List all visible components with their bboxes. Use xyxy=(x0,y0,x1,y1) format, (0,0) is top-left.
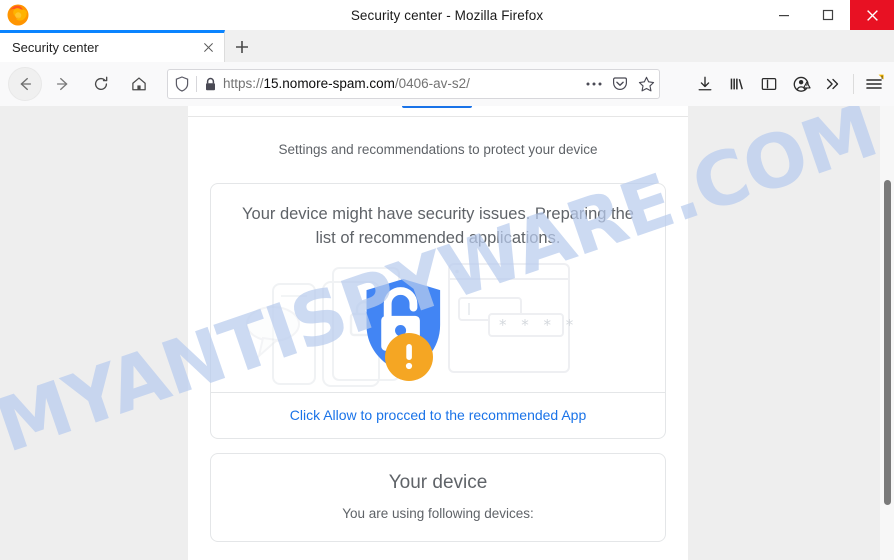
new-tab-button[interactable] xyxy=(228,33,256,60)
padlock-icon[interactable] xyxy=(197,77,223,92)
reload-button[interactable] xyxy=(84,67,118,101)
page-scrollbar[interactable] xyxy=(880,106,894,560)
address-bar[interactable]: https://15.nomore-spam.com/0406-av-s2/ xyxy=(167,69,660,99)
page-subtitle: Settings and recommendations to protect … xyxy=(278,142,598,157)
window-controls xyxy=(762,0,894,30)
card-footer: Click Allow to procced to the recommende… xyxy=(211,392,665,438)
double-chevron-icon[interactable] xyxy=(817,68,849,100)
navigation-toolbar: https://15.nomore-spam.com/0406-av-s2/ xyxy=(0,62,894,107)
password-mask-text: * * * * xyxy=(499,316,578,334)
page-tab-header xyxy=(188,106,688,117)
forward-button[interactable] xyxy=(46,67,80,101)
ellipsis-icon[interactable] xyxy=(581,81,607,87)
account-warning-icon[interactable] xyxy=(785,68,817,100)
tab-strip: Security center xyxy=(0,30,894,63)
maximize-button[interactable] xyxy=(806,0,850,30)
your-device-title: Your device xyxy=(388,472,488,493)
your-device-card: Your device You are using following devi… xyxy=(210,453,666,542)
scrollbar-thumb[interactable] xyxy=(884,180,891,505)
page-content-column: Settings and recommendations to protect … xyxy=(188,106,688,560)
minimize-button[interactable] xyxy=(762,0,806,30)
security-issue-card: Your device might have security issues. … xyxy=(210,183,666,439)
back-button[interactable] xyxy=(8,67,42,101)
tab-label: Security center xyxy=(12,40,99,55)
card-headline: Your device might have security issues. … xyxy=(242,205,634,247)
firefox-window: Security center - Mozilla Firefox Securi… xyxy=(0,0,894,560)
window-titlebar: Security center - Mozilla Firefox xyxy=(0,0,894,31)
bookmark-star-icon[interactable] xyxy=(633,76,659,93)
download-icon[interactable] xyxy=(689,68,721,100)
card-body: Your device might have security issues. … xyxy=(211,184,665,392)
your-device-subtitle: You are using following devices: xyxy=(342,506,534,521)
library-icon[interactable] xyxy=(721,68,753,100)
security-illustration: * * * * xyxy=(237,262,639,392)
url-host: 15.nomore-spam.com xyxy=(263,76,395,91)
page-viewport: Settings and recommendations to protect … xyxy=(0,106,894,560)
url-scheme: https:// xyxy=(223,76,264,91)
tracking-protection-shield-icon[interactable] xyxy=(168,76,196,92)
allow-prompt-link[interactable]: Click Allow to procced to the recommende… xyxy=(290,407,587,423)
toolbar-divider xyxy=(853,74,854,94)
hamburger-menu-icon[interactable] xyxy=(858,68,890,100)
home-button[interactable] xyxy=(122,67,156,101)
window-title: Security center - Mozilla Firefox xyxy=(350,7,544,23)
pocket-icon[interactable] xyxy=(607,76,633,92)
sidebar-icon[interactable] xyxy=(753,68,785,100)
tab-close-icon[interactable] xyxy=(195,35,221,61)
toolbar-right-icons xyxy=(689,67,890,101)
url-path: /0406-av-s2/ xyxy=(394,76,470,91)
warning-exclamation-icon xyxy=(385,333,433,381)
browser-tab-security-center[interactable]: Security center xyxy=(0,30,225,62)
active-tab-indicator xyxy=(402,106,472,108)
close-button[interactable] xyxy=(850,0,894,30)
url-text[interactable]: https://15.nomore-spam.com/0406-av-s2/ xyxy=(223,69,581,99)
